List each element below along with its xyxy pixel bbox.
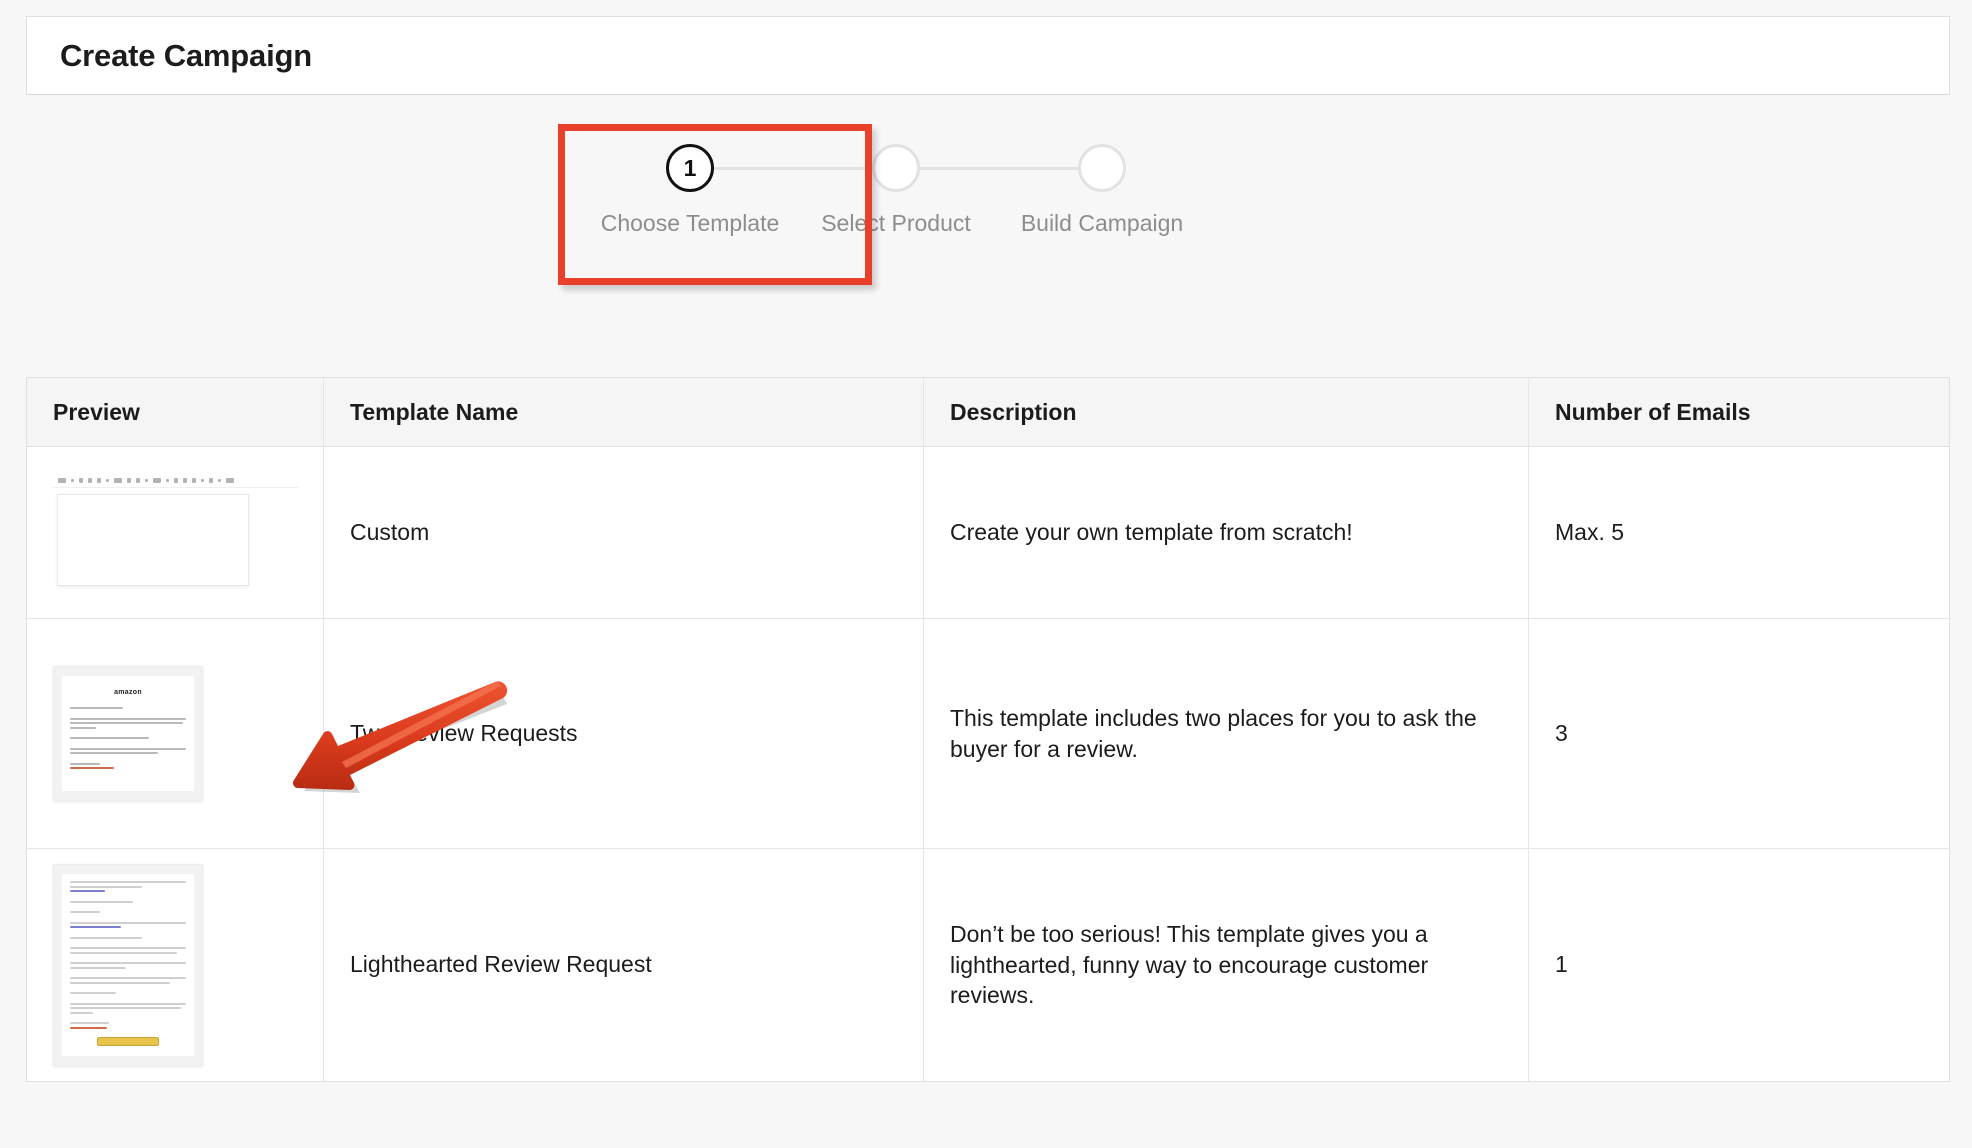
editor-canvas — [57, 493, 249, 586]
template-name-label: Lighthearted Review Request — [350, 951, 652, 978]
preview-cell-two-review-requests[interactable]: amazon — [27, 619, 324, 848]
table-row[interactable]: Lighthearted Review Request Don’t be too… — [27, 849, 1949, 1081]
column-header-template-name: Template Name — [324, 378, 924, 446]
templates-table: Preview Template Name Description Number… — [26, 377, 1950, 1082]
stepper-connector-2 — [916, 167, 1082, 170]
stepper-step-build-campaign[interactable]: Build Campaign — [972, 126, 1232, 237]
template-email-count-label: 3 — [1555, 719, 1568, 746]
page-header-card: Create Campaign — [26, 16, 1950, 95]
stepper-track: 1 Choose Template Select Product Build C… — [560, 126, 1320, 236]
column-header-number-of-emails: Number of Emails — [1555, 398, 1751, 425]
campaign-stepper: 1 Choose Template Select Product Build C… — [560, 126, 1320, 286]
template-name-label: Two Review Requests — [350, 719, 578, 746]
template-email-count-cell: 1 — [1529, 849, 1949, 1081]
template-name-cell: Custom — [324, 447, 924, 618]
rich-text-editor-thumbnail-icon — [53, 473, 298, 592]
template-description-cell: Don’t be too serious! This template give… — [924, 849, 1529, 1081]
template-description-label: This template includes two places for yo… — [950, 705, 1477, 762]
leave-review-button-thumb — [97, 1036, 159, 1046]
template-email-count-cell: Max. 5 — [1529, 447, 1949, 618]
preview-cell-lighthearted-review-request[interactable] — [27, 849, 324, 1081]
amazon-logo-icon: amazon — [114, 689, 142, 697]
amazon-email-thumbnail-icon: amazon — [53, 666, 203, 801]
step-number-badge-3 — [1078, 144, 1126, 192]
step-number-badge-1: 1 — [666, 144, 714, 192]
column-header-preview: Preview — [27, 378, 324, 446]
table-row[interactable]: amazon Two Review Requests This template… — [27, 619, 1949, 849]
table-header-row: Preview Template Name Description Number… — [27, 378, 1949, 447]
editor-toolbar — [53, 473, 298, 488]
template-description-cell: This template includes two places for yo… — [924, 619, 1529, 848]
template-email-count-label: 1 — [1555, 951, 1568, 978]
template-name-label: Custom — [350, 518, 430, 545]
lighthearted-email-thumbnail-icon — [53, 864, 203, 1066]
template-name-cell: Two Review Requests — [324, 619, 924, 848]
step-label-3: Build Campaign — [1020, 210, 1184, 236]
column-header-description: Description — [924, 378, 1529, 446]
preview-cell-custom[interactable] — [27, 447, 324, 618]
create-campaign-page: Create Campaign 1 Choose Template Select… — [0, 0, 1972, 1148]
table-row[interactable]: Custom Create your own template from scr… — [27, 447, 1949, 619]
template-description-cell: Create your own template from scratch! — [924, 447, 1529, 618]
template-email-count-label: Max. 5 — [1555, 518, 1625, 545]
template-description-label: Create your own template from scratch! — [950, 519, 1353, 546]
template-description-label: Don’t be too serious! This template give… — [950, 921, 1429, 1009]
template-email-count-cell: 3 — [1529, 619, 1949, 848]
template-name-cell: Lighthearted Review Request — [324, 849, 924, 1081]
page-title: Create Campaign — [60, 37, 312, 73]
stepper-connector-1 — [710, 167, 876, 170]
step-number-badge-2 — [872, 144, 920, 192]
